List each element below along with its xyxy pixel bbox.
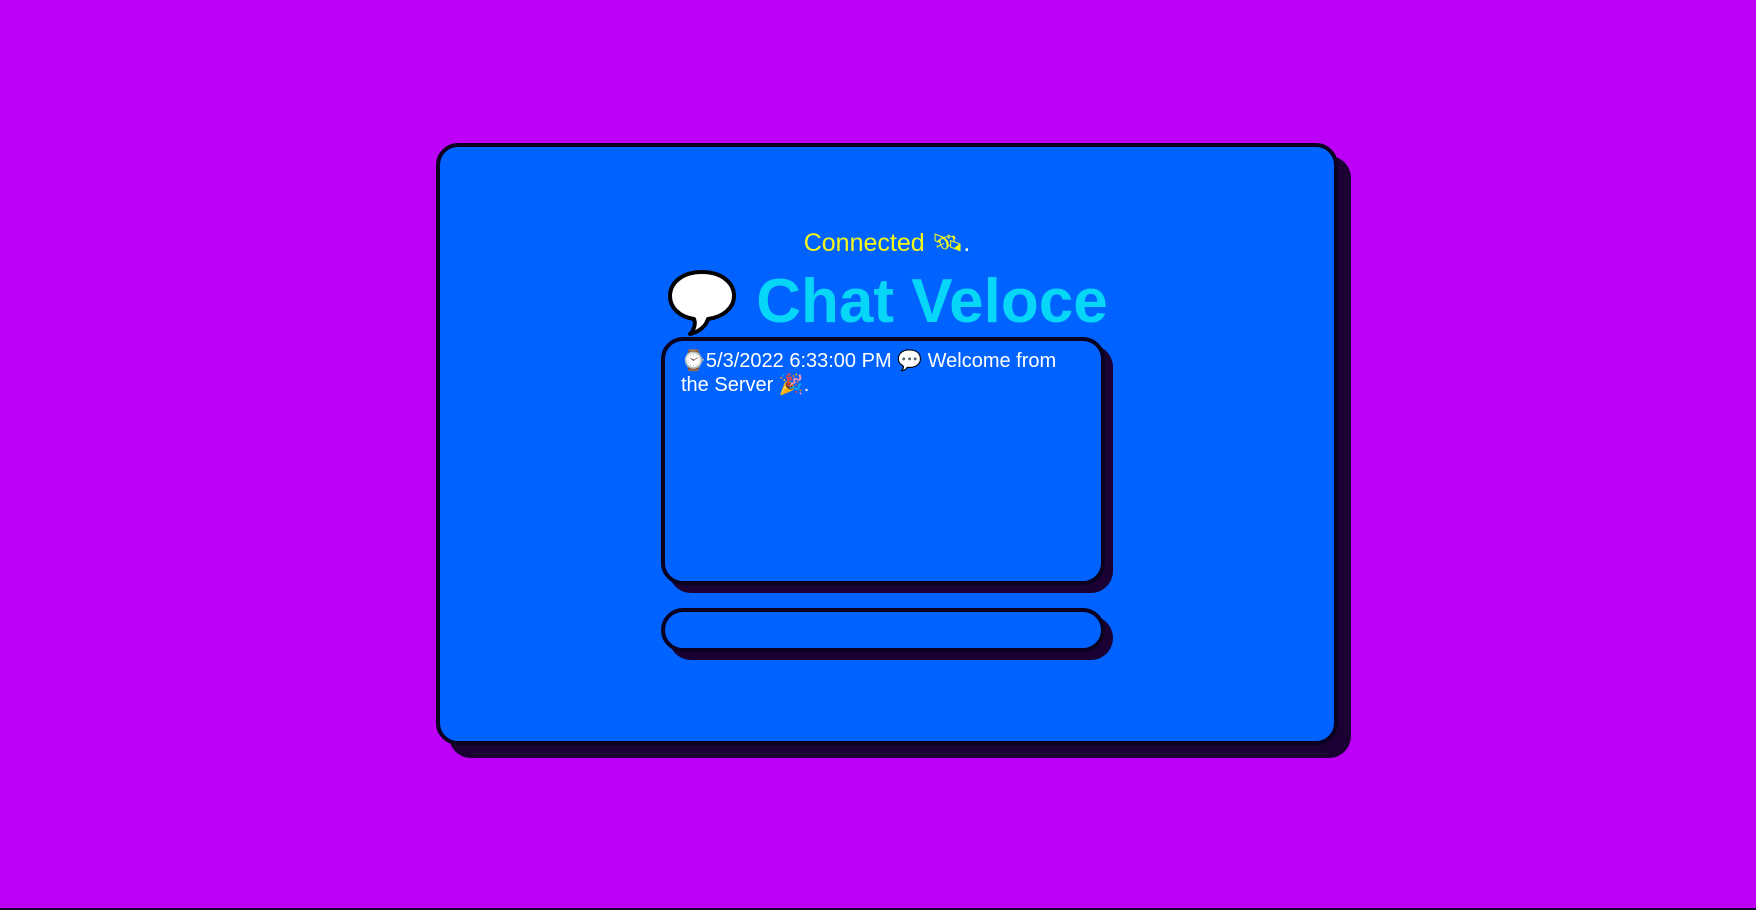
message-list[interactable]: ⌚5/3/2022 6:33:00 PM 💬 Welcome from the … (661, 337, 1105, 585)
watch-icon: ⌚ (681, 350, 706, 372)
connection-status-text: Connected 🛰 (803, 229, 964, 257)
speech-balloon-icon (666, 266, 738, 338)
page-title: Chat Veloce (440, 262, 1334, 342)
message-input[interactable] (661, 608, 1105, 652)
speech-bubble-icon: 💬 (897, 350, 923, 372)
message-timestamp: 5/3/2022 6:33:00 PM (705, 350, 892, 372)
chat-card: Connected 🛰. Chat Veloce ⌚5/3/2022 6:33:… (436, 143, 1338, 745)
connection-status: Connected 🛰. (440, 228, 1334, 258)
message-item: ⌚5/3/2022 6:33:00 PM 💬 Welcome from the … (681, 349, 1085, 397)
connection-status-dot: . (963, 229, 971, 257)
app-title: Chat Veloce (756, 267, 1108, 336)
